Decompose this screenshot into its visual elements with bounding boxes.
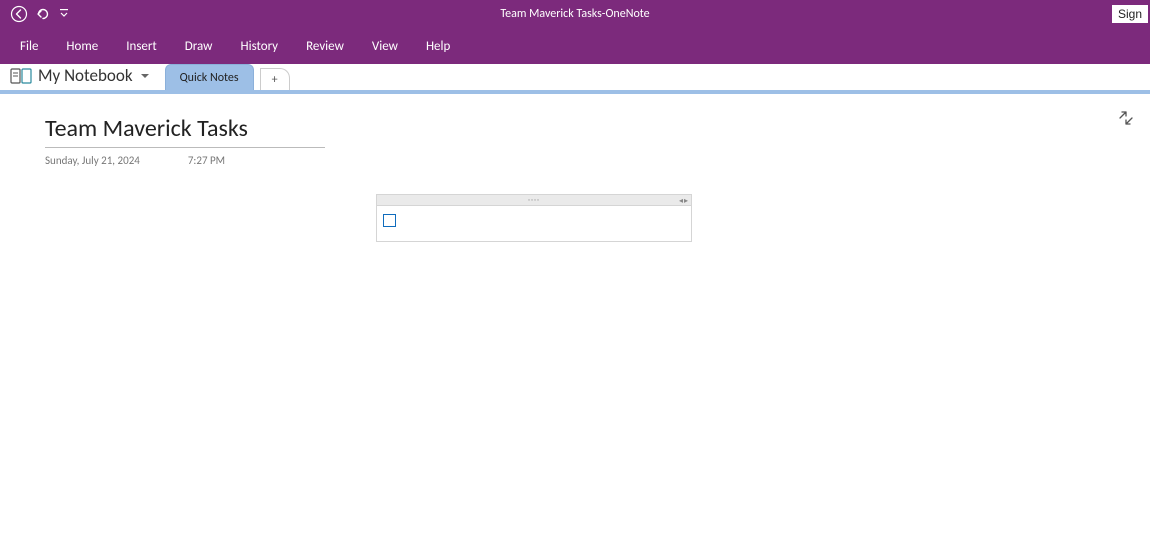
- menu-review[interactable]: Review: [292, 33, 358, 60]
- page-date[interactable]: Sunday, July 21, 2024: [45, 154, 140, 167]
- todo-checkbox[interactable]: [383, 214, 396, 227]
- menu-home[interactable]: Home: [52, 33, 112, 60]
- window-title: Team Maverick Tasks - OneNote: [0, 0, 1150, 28]
- menu-history[interactable]: History: [226, 33, 292, 60]
- menu-file[interactable]: File: [6, 33, 52, 60]
- page-meta: Sunday, July 21, 2024 7:27 PM: [45, 154, 325, 167]
- resize-handle-icon[interactable]: ◂▸: [679, 196, 689, 206]
- sign-in-button[interactable]: Sign: [1112, 5, 1148, 23]
- chevron-down-icon: [139, 70, 151, 82]
- undo-icon[interactable]: [34, 5, 52, 23]
- customize-qat-icon[interactable]: [58, 6, 70, 22]
- quick-access-toolbar: [0, 5, 70, 23]
- notebook-name: My Notebook: [38, 65, 133, 86]
- outline-body[interactable]: [376, 206, 692, 242]
- notebook-icon: [10, 67, 32, 85]
- outline-drag-handle[interactable]: ···· ◂▸: [376, 194, 692, 206]
- page-header: Team Maverick Tasks Sunday, July 21, 202…: [45, 114, 325, 167]
- page-title[interactable]: Team Maverick Tasks: [45, 114, 325, 148]
- title-bar: Team Maverick Tasks - OneNote Sign: [0, 0, 1150, 28]
- page-canvas[interactable]: Team Maverick Tasks Sunday, July 21, 202…: [0, 94, 1150, 540]
- note-outline[interactable]: ···· ◂▸: [376, 194, 692, 242]
- menu-draw[interactable]: Draw: [171, 33, 227, 60]
- menu-view[interactable]: View: [358, 33, 412, 60]
- menu-insert[interactable]: Insert: [112, 33, 171, 60]
- page-time[interactable]: 7:27 PM: [188, 154, 225, 167]
- back-icon[interactable]: [10, 5, 28, 23]
- notebook-dropdown[interactable]: My Notebook: [8, 65, 159, 90]
- add-section-button[interactable]: +: [260, 68, 290, 90]
- menu-help[interactable]: Help: [412, 33, 464, 60]
- ribbon-tabs: File Home Insert Draw History Review Vie…: [0, 28, 1150, 64]
- grip-dots-icon: ····: [528, 195, 540, 205]
- plus-icon: +: [272, 73, 278, 87]
- section-tab-quick-notes[interactable]: Quick Notes: [165, 64, 254, 90]
- section-tab-label: Quick Notes: [180, 71, 239, 85]
- fullscreen-icon[interactable]: [1118, 110, 1134, 131]
- section-tab-row: My Notebook Quick Notes +: [0, 64, 1150, 94]
